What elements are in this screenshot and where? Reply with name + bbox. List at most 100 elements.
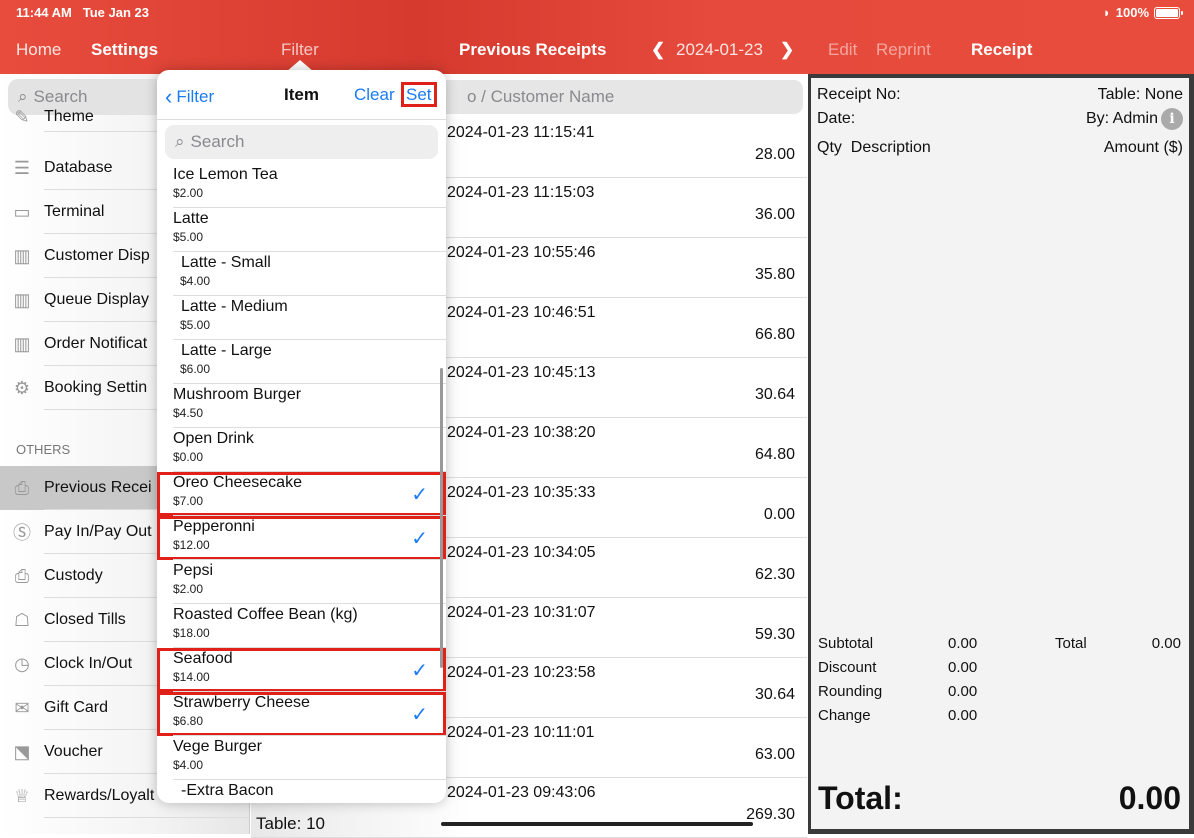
receipt-amount: 59.30 xyxy=(754,626,795,643)
item-option[interactable]: Ice Lemon Tea $2.00 xyxy=(157,164,446,208)
item-price: $4.00 xyxy=(180,274,211,288)
item-name: Mushroom Burger xyxy=(173,386,302,403)
item-price: $2.00 xyxy=(173,582,204,596)
by-admin: By: Admin i xyxy=(1086,108,1183,130)
info-icon[interactable]: i xyxy=(1161,108,1183,130)
home-button[interactable]: Home xyxy=(16,40,61,60)
status-indicators: ◗ 100% xyxy=(1103,5,1183,20)
item-option[interactable]: Open Drink $0.00 xyxy=(157,428,446,472)
order-notification-icon: ▥ xyxy=(13,333,31,354)
sidebar-item-label: Previous Recei xyxy=(44,479,152,496)
gift-card-icon: ✉ xyxy=(14,697,30,718)
reprint-button[interactable]: Reprint xyxy=(876,40,931,60)
item-option[interactable]: Strawberry Cheese $6.80 ✓ xyxy=(157,692,446,736)
prev-date-button[interactable]: ❮ xyxy=(651,40,665,60)
sidebar-item-label: Customer Disp xyxy=(44,247,150,264)
receipt-amount: 28.00 xyxy=(754,146,795,163)
item-option[interactable]: Vege Burger $4.00 xyxy=(157,736,446,780)
receipt-amount: 35.80 xyxy=(754,266,795,283)
checkmark-icon: ✓ xyxy=(411,704,428,726)
table-value: Table: None xyxy=(1097,86,1183,103)
item-price: $6.00 xyxy=(180,362,211,376)
item-name: -Extra Bacon xyxy=(181,782,274,799)
item-price: $5.00 xyxy=(180,318,211,332)
receipt-amount: 62.30 xyxy=(754,566,795,583)
item-option[interactable]: Seafood $14.00 ✓ xyxy=(157,648,446,692)
sidebar-item-label: Gift Card xyxy=(44,699,109,716)
receipt-date: 2024-01-23 10:34:05 xyxy=(447,544,596,561)
item-option[interactable]: -Extra Bacon $2.00 xyxy=(157,780,446,803)
brush-icon: ✎ xyxy=(14,106,30,127)
sidebar-item-label: Database xyxy=(44,159,113,176)
receipt-date: 2024-01-23 09:43:06 xyxy=(447,784,596,801)
rounding-label: Rounding xyxy=(818,683,883,700)
receipt-date: 2024-01-23 10:35:33 xyxy=(447,484,596,501)
sidebar-item-label: Rewards/Loyalt xyxy=(44,787,155,804)
sidebar-item-label: Terminal xyxy=(44,203,105,220)
item-name: Roasted Coffee Bean (kg) xyxy=(173,606,358,623)
next-date-button[interactable]: ❯ xyxy=(780,40,794,60)
gear-icon: ⚙ xyxy=(13,377,31,398)
item-price: $4.00 xyxy=(173,758,204,772)
checkmark-icon: ✓ xyxy=(411,484,428,506)
grand-total-label: Total: xyxy=(818,780,903,816)
item-price: $7.00 xyxy=(173,494,204,508)
item-name: Pepperonni xyxy=(173,518,255,535)
back-to-filter-button[interactable]: ‹ Filter xyxy=(165,84,214,110)
battery-icon xyxy=(1154,6,1183,19)
item-option[interactable]: Oreo Cheesecake $7.00 ✓ xyxy=(157,472,446,516)
item-name: Ice Lemon Tea xyxy=(173,166,278,183)
receipt-amount: 30.64 xyxy=(754,386,795,403)
item-price: $2.00 xyxy=(173,186,204,200)
item-option[interactable]: Latte - Small $4.00 xyxy=(157,252,446,296)
item-option[interactable]: Mushroom Burger $4.50 xyxy=(157,384,446,428)
list-scrollbar[interactable] xyxy=(440,368,443,668)
item-name: Vege Burger xyxy=(173,738,262,755)
receipt-date: 2024-01-23 10:46:51 xyxy=(447,304,596,321)
rounding-value: 0.00 xyxy=(948,683,978,700)
item-price: $18.00 xyxy=(173,626,210,640)
item-option[interactable]: Latte - Large $6.00 xyxy=(157,340,446,384)
date-label[interactable]: 2024-01-23 xyxy=(676,40,763,60)
item-option[interactable]: Roasted Coffee Bean (kg) $18.00 xyxy=(157,604,446,648)
trophy-icon: ♕ xyxy=(13,785,31,806)
scroll-indicator[interactable] xyxy=(441,822,753,826)
item-filter-popover: ‹ Filter Item Clear Set ⌕ Search Ice Lemon… xyxy=(157,70,446,803)
qty-description-header: Qty Description xyxy=(817,139,931,156)
tag-icon: ⬔ xyxy=(13,741,31,762)
set-button[interactable]: Set xyxy=(401,82,437,107)
filter-button[interactable]: Filter xyxy=(281,40,319,60)
item-option[interactable]: Latte - Medium $5.00 xyxy=(157,296,446,340)
custody-icon: ⎙ xyxy=(14,565,30,586)
receipt-date: 2024-01-23 11:15:41 xyxy=(447,124,595,141)
item-name: Seafood xyxy=(173,650,233,667)
item-price: $2.00 xyxy=(180,802,210,803)
item-name: Pepsi xyxy=(173,562,214,579)
item-option[interactable]: Latte $5.00 xyxy=(157,208,446,252)
receipt-date: 2024-01-23 10:31:07 xyxy=(447,604,596,621)
checkmark-icon: ✓ xyxy=(411,528,428,550)
queue-display-icon: ▥ xyxy=(13,289,31,310)
sidebar-item-label: Theme xyxy=(44,108,94,125)
cash-register-icon: ☖ xyxy=(13,609,31,630)
subtotal-value: 0.00 xyxy=(948,635,978,652)
sidebar-item-label: Closed Tills xyxy=(44,611,126,628)
clear-button[interactable]: Clear xyxy=(354,85,395,105)
item-name: Latte - Medium xyxy=(181,298,288,315)
change-label: Change xyxy=(818,707,871,724)
edit-button[interactable]: Edit xyxy=(828,40,857,60)
discount-value: 0.00 xyxy=(948,659,978,676)
sidebar-item-label: Custody xyxy=(44,567,103,584)
receipt-panel: Receipt No: Table: None Date: By: Admin i… xyxy=(808,74,1194,834)
receipt-amount: 36.00 xyxy=(754,206,795,223)
item-search-input[interactable]: ⌕ Search xyxy=(165,125,438,159)
item-name: Latte xyxy=(173,210,209,227)
item-option[interactable]: Pepperonni $12.00 ✓ xyxy=(157,516,446,560)
sidebar-item-label: Queue Display xyxy=(44,291,149,308)
change-value: 0.00 xyxy=(948,707,978,724)
item-name: Latte - Large xyxy=(181,342,272,359)
terminal-icon: ▭ xyxy=(13,201,31,222)
receipt-icon: ⎙ xyxy=(14,477,30,498)
item-option[interactable]: Pepsi $2.00 xyxy=(157,560,446,604)
search-icon: ⌕ xyxy=(175,132,185,151)
